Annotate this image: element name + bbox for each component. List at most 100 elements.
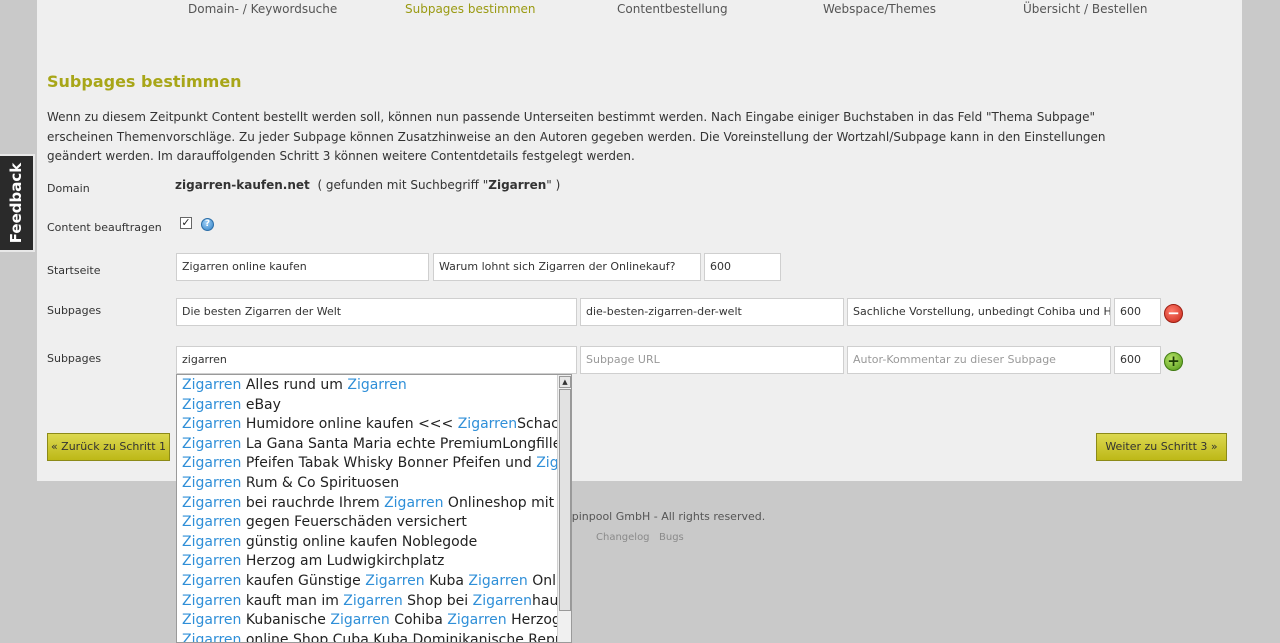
suggestion-item[interactable]: Zigarren La Gana Santa Maria echte Premi…	[182, 434, 557, 454]
suggestion-text: kauft man im	[241, 592, 344, 609]
suggestion-highlight: Zigarren	[182, 612, 242, 629]
suggestion-item[interactable]: Zigarren gegen Feuerschäden versichert	[182, 512, 557, 532]
subpage-1-words-input[interactable]: 600	[1114, 298, 1161, 326]
suggestion-item[interactable]: Zigarren kaufen Günstige Zigarren Kuba Z…	[182, 571, 557, 591]
suggestion-text: Humidore online kaufen <<<	[241, 416, 458, 433]
wizard-steps: Domain- / Keywordsuche Subpages bestimme…	[37, 0, 1242, 20]
footer-bugs-link[interactable]: Bugs	[659, 532, 684, 543]
remove-subpage-button[interactable]: −	[1164, 304, 1183, 323]
suggestion-text: Herzog am Ludwigkirchplatz	[241, 553, 445, 570]
suggestion-text: haus	[532, 592, 557, 609]
suggestion-highlight: Zigarren	[182, 474, 242, 491]
suggestion-item[interactable]: Zigarren bei rauchrde Ihrem Zigarren Onl…	[182, 493, 557, 513]
suggestion-highlight: Zigarren	[182, 396, 242, 413]
suggestion-highlight: Zigarren	[347, 377, 407, 393]
subpage-1-url-input[interactable]: die-besten-zigarren-der-welt	[580, 298, 844, 326]
autocomplete-dropdown[interactable]: Zigarren Alles rund um Zigarren Zigarren …	[176, 374, 572, 643]
suggestion-highlight: Zigarren	[182, 572, 242, 589]
suggestion-text: eBay	[241, 396, 281, 413]
content-order-checkbox[interactable]: ✓	[180, 217, 192, 229]
suggestion-item[interactable]: Zigarren Kubanische Zigarren Cohiba Ziga…	[182, 610, 557, 630]
suggestion-text: La Gana Santa Maria echte PremiumLongfil…	[241, 435, 557, 452]
scroll-up-arrow-icon[interactable]: ▲	[559, 376, 571, 388]
footer-copyright: spinpool GmbH - All rights reserved.	[566, 510, 766, 523]
suggestion-text: online Shop Cuba Kuba Dominikanische Rep…	[241, 631, 557, 643]
domain-value: zigarren-kaufen.net ( gefunden mit Suchb…	[175, 178, 560, 192]
suggestion-highlight: Zigarren	[182, 533, 242, 550]
suggestion-text: günstig online kaufen Noblegode	[241, 533, 478, 550]
step-subpages[interactable]: Subpages bestimmen	[405, 2, 536, 16]
suggestion-highlight: Zigarren	[365, 572, 425, 589]
suggestion-text: kaufen Günstige	[241, 572, 366, 589]
subpage-2-url-input[interactable]: Subpage URL	[580, 346, 844, 374]
suggestion-text: bei rauchrde Ihrem	[241, 494, 385, 511]
suggestion-text: Shop bei	[402, 592, 473, 609]
suggestion-highlight: Zigarren	[447, 612, 507, 629]
suggestion-item[interactable]: Zigarren günstig online kaufen Noblegode	[182, 532, 557, 552]
suggestion-item[interactable]: Zigarren Humidore online kaufen <<< Ziga…	[182, 414, 557, 434]
suggestion-text: Rum & Co Spirituosen	[241, 474, 400, 491]
homepage-label: Startseite	[47, 264, 101, 277]
suggestion-highlight: Zigarren	[330, 612, 390, 629]
suggestion-highlight: Zigarren	[182, 455, 242, 472]
add-subpage-button[interactable]: +	[1164, 352, 1183, 371]
suggestion-highlight: Zigarren	[384, 494, 444, 511]
suggestion-item[interactable]: Zigarren Alles rund um Zigarren	[182, 375, 557, 395]
step-domain-keyword[interactable]: Domain- / Keywordsuche	[188, 2, 337, 16]
section-title: Subpages bestimmen	[47, 72, 242, 91]
suggestion-highlight: Zigarren	[182, 435, 242, 452]
suggestion-text: Herzog	[506, 612, 557, 629]
suggestion-highlight: Zigarren	[182, 631, 242, 643]
subpage-1-topic-input[interactable]: Die besten Zigarren der Welt	[176, 298, 577, 326]
step-webspace-themes[interactable]: Webspace/Themes	[823, 2, 936, 16]
step-overview-order[interactable]: Übersicht / Bestellen	[1023, 2, 1148, 16]
domain-label: Domain	[47, 182, 90, 195]
subpage-1-label: Subpages	[47, 304, 102, 317]
help-icon[interactable]: ?	[201, 218, 214, 231]
footer-changelog-link[interactable]: Changelog	[596, 532, 650, 543]
suggestion-text: Alles rund um	[241, 377, 348, 393]
suggestion-highlight: Zigarren	[182, 377, 242, 393]
subpage-2-label: Subpages	[47, 352, 102, 365]
suggestion-highlight: Zigarren	[468, 572, 528, 589]
homepage-topic-input[interactable]: Zigarren online kaufen	[176, 253, 429, 281]
dropdown-scrollbar[interactable]: ▲	[557, 375, 571, 642]
subpage-2-topic-input[interactable]: zigarren	[176, 346, 577, 374]
intro-text: Wenn zu diesem Zeitpunkt Content bestell…	[47, 110, 1106, 163]
feedback-label: Feedback	[7, 162, 26, 244]
scroll-thumb[interactable]	[559, 389, 571, 611]
domain-found-suffix: " )	[546, 178, 561, 192]
suggestion-highlight: Zigarren	[182, 553, 242, 570]
subpage-1-comment-input[interactable]: Sachliche Vorstellung, unbedingt Cohiba …	[847, 298, 1111, 326]
suggestion-item[interactable]: Zigarren Rum & Co Spirituosen	[182, 473, 557, 493]
suggestion-text: gegen Feuerschäden versichert	[241, 514, 467, 531]
suggestion-text: Online	[532, 572, 557, 589]
suggestion-item[interactable]: Zigarren online Shop Cuba Kuba Dominikan…	[182, 630, 557, 643]
suggestion-highlight: Zigarren	[182, 494, 242, 511]
feedback-tab[interactable]: Feedback	[0, 154, 35, 252]
suggestion-item[interactable]: Zigarren eBay	[182, 395, 557, 415]
suggestion-text: Schachteln	[517, 416, 557, 433]
homepage-words-input[interactable]: 600	[704, 253, 781, 281]
subpage-2-comment-input[interactable]: Autor-Kommentar zu dieser Subpage	[847, 346, 1111, 374]
domain-keyword: Zigarren	[488, 178, 547, 192]
subpage-2-words-input[interactable]: 600	[1114, 346, 1161, 374]
suggestion-highlight: Zigarren	[536, 455, 557, 472]
suggestion-item[interactable]: Zigarren Pfeifen Tabak Whisky Bonner Pfe…	[182, 453, 557, 473]
suggestion-highlight: Zigarren	[457, 416, 518, 433]
suggestion-text: Pfeifen Tabak Whisky Bonner Pfeifen und	[241, 455, 537, 472]
domain-found-prefix: ( gefunden mit Suchbegriff "	[317, 178, 489, 192]
suggestion-highlight: Zigarren	[343, 592, 403, 609]
suggestion-highlight: Zigarren	[182, 514, 242, 531]
next-to-step-3-button[interactable]: Weiter zu Schritt 3 »	[1096, 433, 1227, 461]
suggestion-list: Zigarren Alles rund um Zigarren Zigarren …	[177, 375, 557, 643]
domain-name: zigarren-kaufen.net	[175, 178, 310, 192]
step-content-order[interactable]: Contentbestellung	[617, 2, 728, 16]
back-to-step-1-button[interactable]: « Zurück zu Schritt 1	[47, 433, 170, 461]
suggestion-item[interactable]: Zigarren Herzog am Ludwigkirchplatz	[182, 551, 557, 571]
suggestion-text: Cohiba	[389, 612, 448, 629]
homepage-comment-input[interactable]: Warum lohnt sich Zigarren der Onlinekauf…	[433, 253, 701, 281]
suggestion-item[interactable]: Zigarren kauft man im Zigarren Shop bei …	[182, 591, 557, 611]
suggestion-highlight: Zigarren	[182, 592, 242, 609]
suggestion-text: Kuba	[424, 572, 469, 589]
